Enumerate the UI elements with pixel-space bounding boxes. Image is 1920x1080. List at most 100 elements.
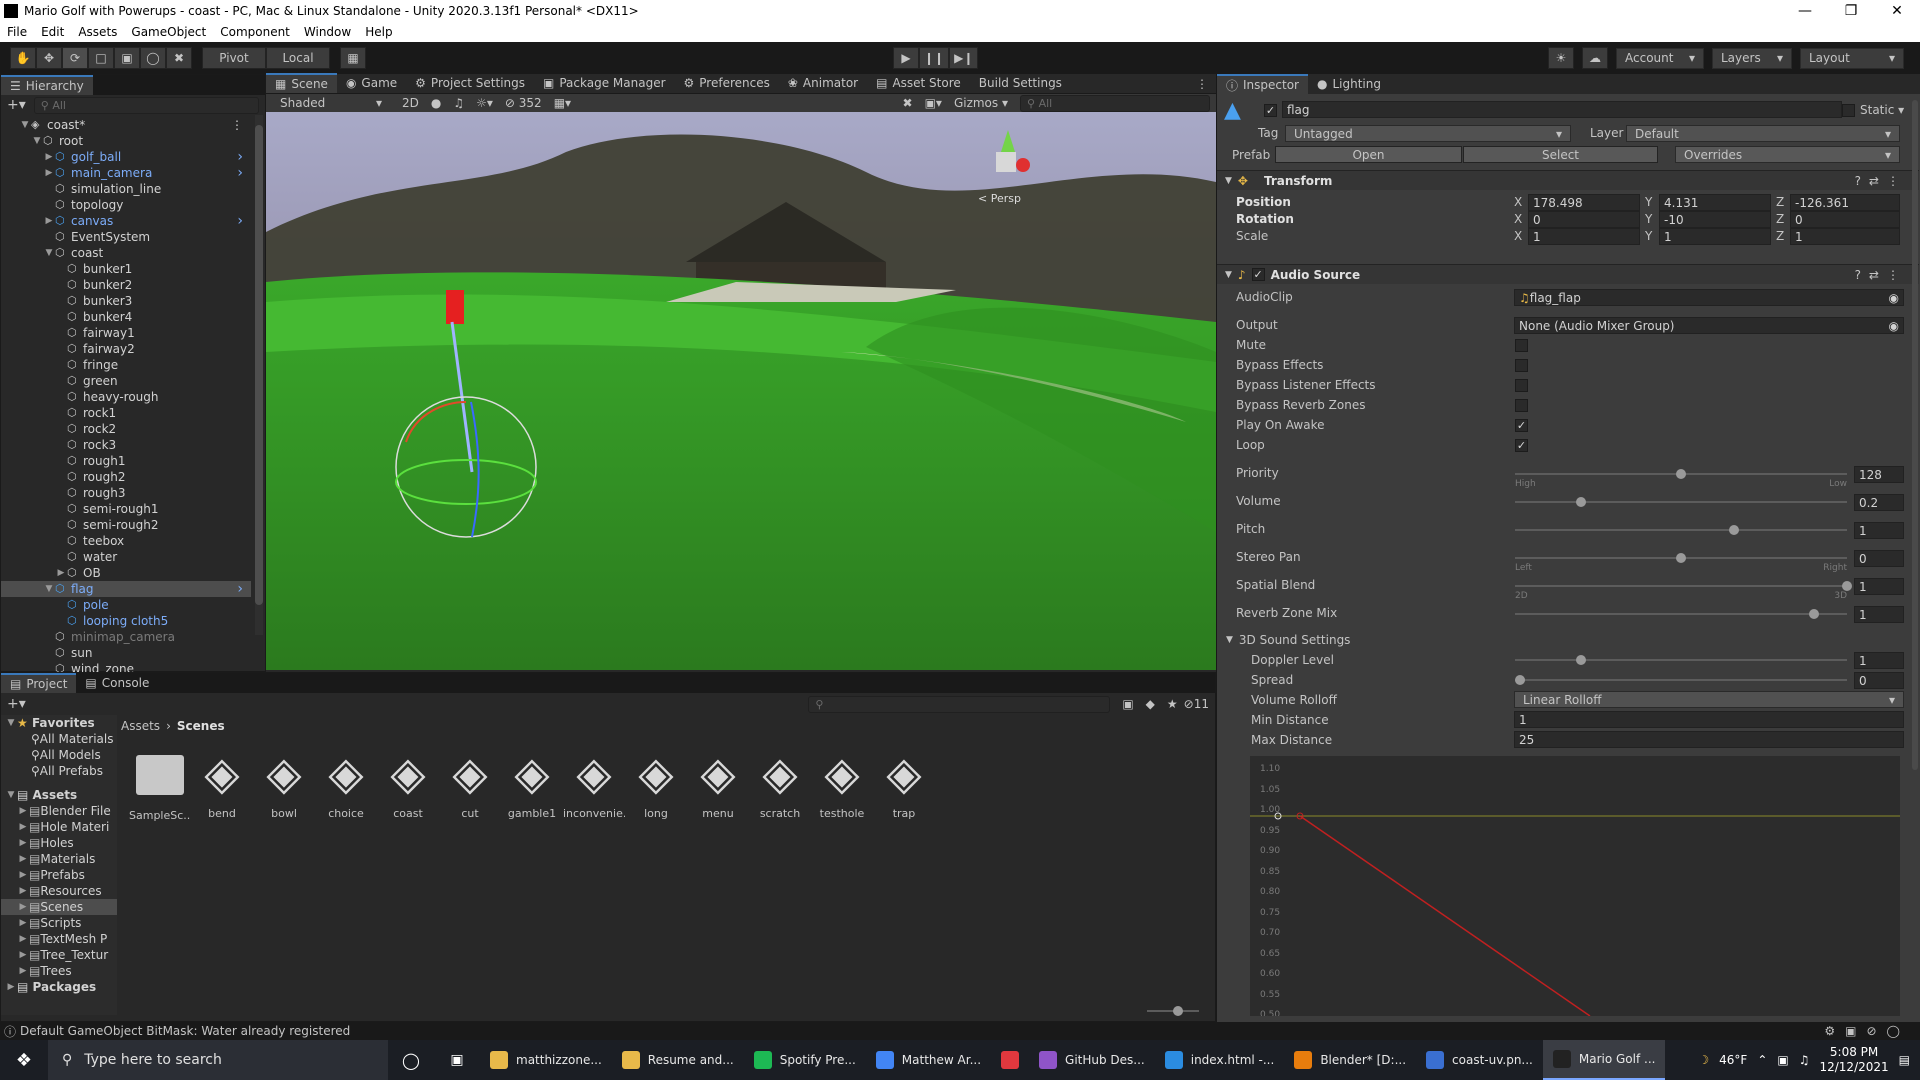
scene-asset[interactable]: ◈ cut <box>439 747 501 820</box>
transform-y-field[interactable]: -10 <box>1659 211 1771 228</box>
audio-checkbox[interactable]: ✓ <box>1515 419 1528 432</box>
audio-slider-track[interactable] <box>1515 529 1847 531</box>
hierarchy-item[interactable]: ⬡ bunker2 <box>1 277 251 293</box>
favorite-item[interactable]: ⚲ All Models <box>1 747 117 763</box>
transform-tool-icon[interactable]: ◯ <box>140 47 166 69</box>
hierarchy-item[interactable]: ⬡ looping cloth5 <box>1 613 251 629</box>
audio-slider-track[interactable] <box>1515 585 1847 587</box>
chevron-right-icon[interactable]: ▶ <box>17 950 29 960</box>
audio-slider-field[interactable]: 128 <box>1854 466 1904 483</box>
chevron-right-icon[interactable]: ▶ <box>43 216 55 226</box>
layer-dropdown[interactable]: Default ▾ <box>1626 125 1900 142</box>
play-button[interactable]: ▶ <box>893 47 919 69</box>
output-field[interactable]: None (Audio Mixer Group) ◉ <box>1514 317 1904 334</box>
zoom-slider-knob[interactable] <box>1173 1006 1183 1016</box>
audio-slider-knob[interactable] <box>1808 609 1819 619</box>
more-options-icon[interactable]: ⋮ <box>231 118 243 132</box>
hierarchy-item[interactable]: ▼ ⬡ root <box>1 133 251 149</box>
tag-dropdown[interactable]: Untagged ▾ <box>1285 125 1571 142</box>
audioclip-field[interactable]: ♫ flag_flap ◉ <box>1514 289 1904 306</box>
transform-z-field[interactable]: -126.361 <box>1790 194 1900 211</box>
hierarchy-item[interactable]: ⬡ semi-rough2 <box>1 517 251 533</box>
hierarchy-item[interactable]: ⬡ bunker1 <box>1 261 251 277</box>
taskbar-app-button[interactable]: Spotify Pre... <box>744 1040 866 1080</box>
rolloff-dropdown[interactable]: Linear Rolloff ▾ <box>1514 691 1904 708</box>
favorite-item[interactable]: ⚲ All Materials <box>1 731 117 747</box>
chevron-right-icon[interactable]: ▶ <box>17 806 29 816</box>
hierarchy-item[interactable]: ⬡ bunker4 <box>1 309 251 325</box>
favorite-star-icon[interactable]: ★ <box>1167 697 1178 711</box>
max-distance-field[interactable]: 25 <box>1514 731 1904 748</box>
asset-folder-item[interactable]: ▶ ▤ Holes <box>1 835 117 851</box>
spread-slider-track[interactable] <box>1515 679 1847 681</box>
object-picker-icon[interactable]: ◉ <box>1889 291 1899 305</box>
mode-2d-toggle[interactable]: 2D <box>402 96 419 110</box>
hierarchy-item[interactable]: ▶ ⬡ canvas › <box>1 213 251 229</box>
hierarchy-item[interactable]: ⬡ heavy-rough <box>1 389 251 405</box>
scene-asset[interactable]: ◈ testhole <box>811 747 873 820</box>
hierarchy-item[interactable]: ▼ ◈ coast* ⋮ <box>1 117 251 133</box>
scene-render[interactable] <box>266 112 1216 670</box>
scene-asset[interactable]: ◈ menu <box>687 747 749 820</box>
taskbar-app-button[interactable]: matthizzone... <box>480 1040 612 1080</box>
sound3d-foldout[interactable]: ▼ 3D Sound Settings <box>1226 633 1350 647</box>
hierarchy-item[interactable]: ⬡ rough1 <box>1 453 251 469</box>
transform-z-field[interactable]: 1 <box>1790 228 1900 245</box>
step-button[interactable]: ▶❙ <box>949 47 979 69</box>
hierarchy-item[interactable]: ▼ ⬡ flag › <box>1 581 251 597</box>
hierarchy-item[interactable]: ▼ ⬡ coast <box>1 245 251 261</box>
scene-asset[interactable]: ◈ scratch <box>749 747 811 820</box>
scene-asset[interactable]: ◈ coast <box>377 747 439 820</box>
hierarchy-item[interactable]: ▶ ⬡ golf_ball › <box>1 149 251 165</box>
project-search-input[interactable]: ⚲ <box>808 695 1111 713</box>
tab-asset-store[interactable]: ▤ Asset Store <box>867 73 970 93</box>
chevron-right-icon[interactable]: ▶ <box>17 886 29 896</box>
collab-icon[interactable]: ☀ <box>1548 47 1574 69</box>
weather-temp[interactable]: 46°F <box>1719 1053 1747 1067</box>
tab-inspector[interactable]: ⓘ Inspector <box>1217 74 1308 94</box>
hierarchy-item[interactable]: ⬡ simulation_line <box>1 181 251 197</box>
spread-field[interactable]: 0 <box>1854 672 1904 689</box>
prefab-overrides-dropdown[interactable]: Overrides ▾ <box>1675 146 1900 163</box>
transform-x-field[interactable]: 0 <box>1528 211 1640 228</box>
static-checkbox[interactable] <box>1842 104 1855 117</box>
hierarchy-scrollbar[interactable] <box>255 115 263 635</box>
rect-tool-icon[interactable]: ▣ <box>114 47 140 69</box>
asset-folder-item[interactable]: ▶ ▤ Scenes <box>1 899 117 915</box>
static-dropdown[interactable]: Static ▾ <box>1860 103 1904 117</box>
chevron-right-icon[interactable]: › <box>237 213 243 229</box>
chevron-right-icon[interactable]: › <box>237 149 243 165</box>
x-axis-cone[interactable] <box>1016 158 1030 172</box>
chevron-down-icon[interactable]: ▼ <box>43 248 55 258</box>
tools-icon[interactable]: ✖ <box>903 96 913 110</box>
hand-tool-icon[interactable]: ✋ <box>10 47 36 69</box>
effects-icon[interactable]: ☼▾ <box>476 96 493 110</box>
chevron-right-icon[interactable]: ▶ <box>17 934 29 944</box>
tab-console[interactable]: ▤ Console <box>76 673 158 693</box>
hierarchy-item[interactable]: ⬡ rock1 <box>1 405 251 421</box>
scrollbar-thumb[interactable] <box>255 125 263 605</box>
orientation-gizmo[interactable] <box>976 130 1036 190</box>
breadcrumb-assets[interactable]: Assets <box>121 719 160 733</box>
hierarchy-item[interactable]: ⬡ water <box>1 549 251 565</box>
scene-search-input[interactable]: ⚲ All <box>1020 94 1210 112</box>
audio-icon[interactable]: ♫ <box>453 96 464 110</box>
hierarchy-item[interactable]: ⬡ rough2 <box>1 469 251 485</box>
transform-header[interactable]: ▼ ✥ Transform ?⇄⋮ <box>1217 170 1919 190</box>
y-axis-cone[interactable] <box>1001 130 1015 152</box>
scene-asset[interactable]: ◈ bend <box>191 747 253 820</box>
chevron-right-icon[interactable]: ▶ <box>43 168 55 178</box>
hierarchy-item[interactable]: ▶ ⬡ OB <box>1 565 251 581</box>
doppler-slider-track[interactable] <box>1515 659 1847 661</box>
task-view-icon[interactable]: ▣ <box>434 1052 480 1068</box>
rotate-tool-icon[interactable]: ⟳ <box>62 47 88 69</box>
add-icon[interactable]: +▾ <box>7 97 26 113</box>
audio-slider-knob[interactable] <box>1842 581 1852 591</box>
asset-folder-item[interactable]: ▶ ▤ TextMesh P <box>1 931 117 947</box>
tab-package-manager[interactable]: ▣ Package Manager <box>534 73 675 93</box>
hidden-packages-icon[interactable]: ⊘11 <box>1184 697 1209 711</box>
min-distance-field[interactable]: 1 <box>1514 711 1904 728</box>
center-cube-icon[interactable] <box>996 152 1016 172</box>
audio-slider-knob[interactable] <box>1676 553 1686 563</box>
audio-slider-field[interactable]: 0.2 <box>1854 494 1904 511</box>
